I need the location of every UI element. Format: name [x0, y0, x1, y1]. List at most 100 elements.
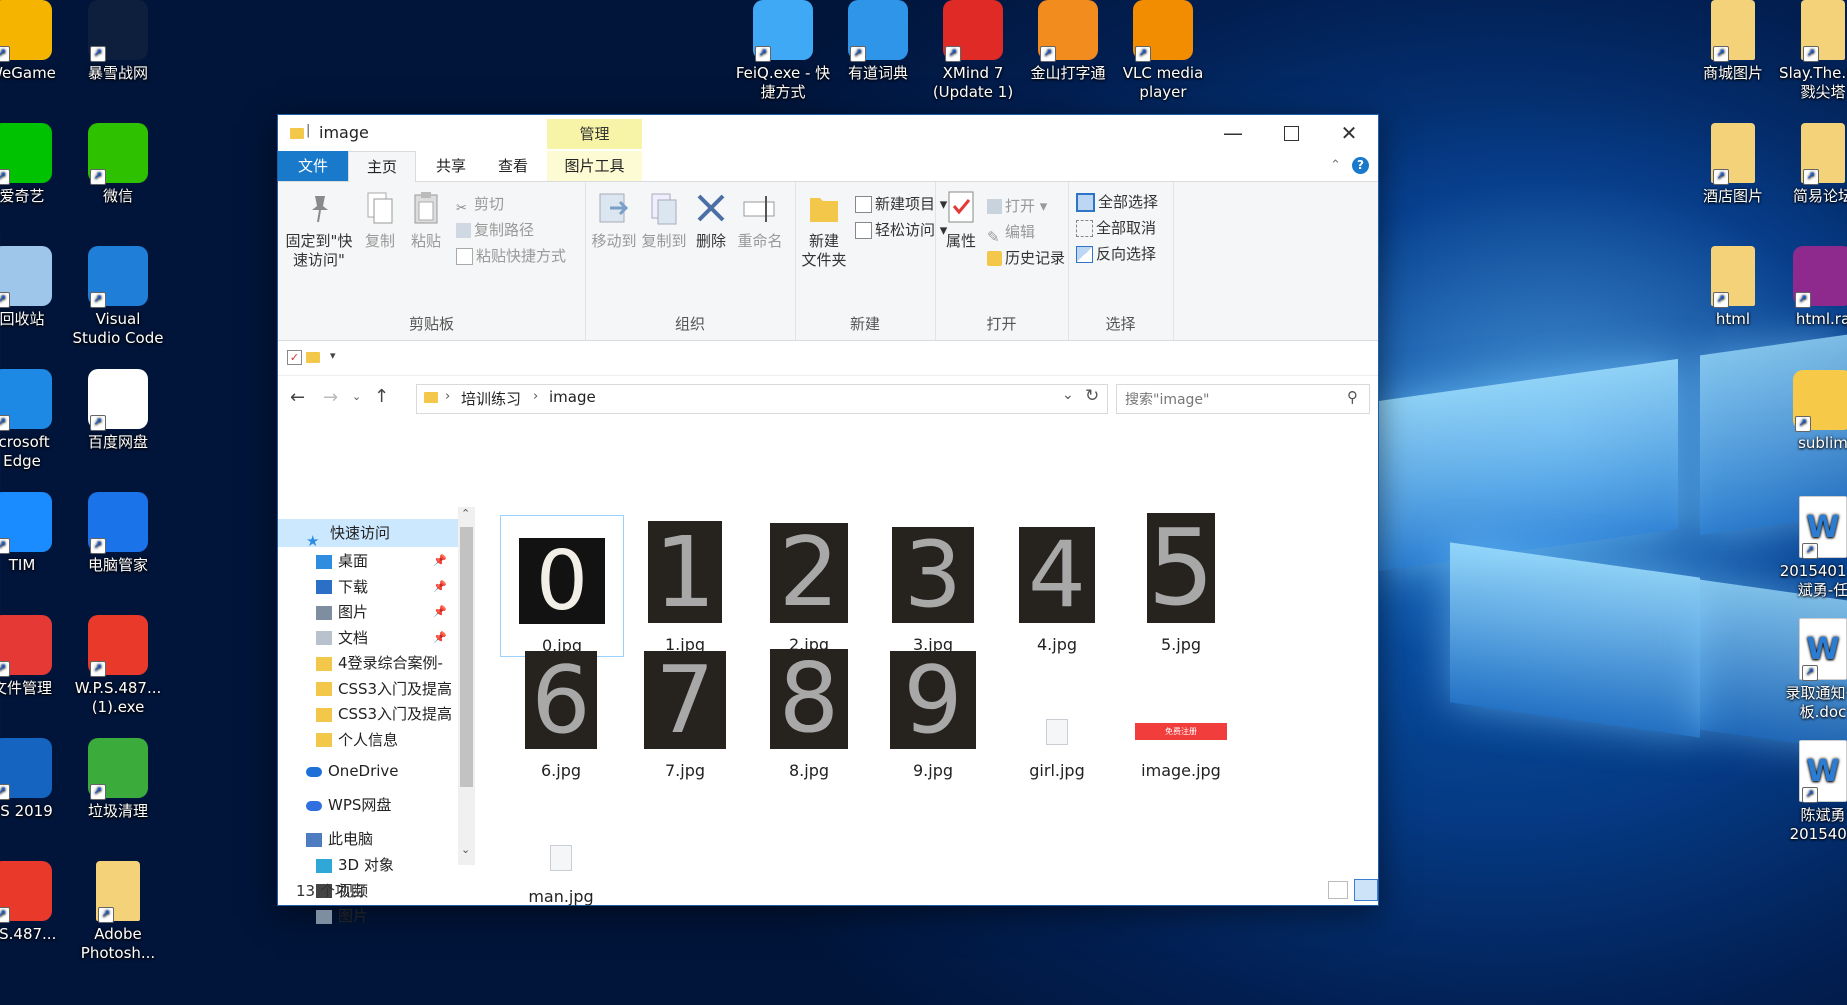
- refresh-icon[interactable]: ↻: [1085, 386, 1099, 406]
- tab-file[interactable]: 文件: [278, 151, 348, 181]
- edit-button[interactable]: ✎ 编辑: [987, 220, 1035, 246]
- rename-button[interactable]: 重命名: [733, 190, 787, 251]
- help-icon[interactable]: ?: [1352, 157, 1369, 174]
- tab-view[interactable]: 查看: [483, 151, 543, 181]
- nav-item[interactable]: 桌面 📌: [278, 547, 458, 575]
- collapse-ribbon-icon[interactable]: ⌃: [1330, 158, 1341, 173]
- search-icon[interactable]: ⚲: [1347, 388, 1358, 406]
- nav-item[interactable]: CSS3入门及提高: [278, 675, 458, 703]
- nav-item[interactable]: ★ 快速访问: [278, 519, 458, 547]
- nav-item[interactable]: WPS网盘: [278, 791, 458, 819]
- address-bar[interactable]: › 培训练习 › image ⌄ ↻: [416, 384, 1108, 414]
- desktop-icon[interactable]: ↗ sublim: [1775, 370, 1847, 453]
- nav-item[interactable]: 4登录综合案例-: [278, 649, 458, 677]
- nav-item[interactable]: 图片 📌: [278, 598, 458, 626]
- paste-button[interactable]: 粘贴: [402, 190, 450, 251]
- breadcrumb-current[interactable]: image: [549, 388, 596, 406]
- file-item[interactable]: 5 5.jpg: [1120, 507, 1242, 655]
- history-button[interactable]: 历史记录: [987, 246, 1065, 270]
- desktop-icon[interactable]: ↗ TIM: [0, 492, 70, 575]
- properties-button[interactable]: 属性: [939, 190, 983, 251]
- nav-item[interactable]: 此电脑: [278, 825, 458, 853]
- desktop-icon[interactable]: ↗ icrosoft Edge: [0, 369, 70, 471]
- desktop-icon[interactable]: ↗ P.S.487...: [0, 861, 70, 944]
- desktop-icon[interactable]: ↗ 酒店图片: [1685, 123, 1781, 206]
- title-bar[interactable]: | image 管理 — ✕: [278, 115, 1378, 151]
- nav-item[interactable]: CSS3入门及提高: [278, 700, 458, 728]
- file-item[interactable]: girl.jpg: [996, 641, 1118, 781]
- tab-home[interactable]: 主页: [348, 151, 416, 182]
- desktop-icon[interactable]: ↗ html.ra: [1775, 246, 1847, 329]
- recent-locations-icon[interactable]: ⌄: [352, 390, 361, 403]
- desktop-icon[interactable]: ↗ 微信: [70, 123, 166, 206]
- desktop-icon[interactable]: ↗ PS 2019: [0, 738, 70, 821]
- scroll-down-icon[interactable]: ⌄: [461, 843, 470, 856]
- close-button[interactable]: ✕: [1320, 115, 1378, 151]
- file-item[interactable]: 免费注册 image.jpg: [1120, 641, 1242, 781]
- nav-item[interactable]: OneDrive: [278, 757, 458, 785]
- up-icon[interactable]: ↑: [374, 386, 389, 407]
- delete-button[interactable]: 删除: [689, 190, 733, 251]
- desktop-icon[interactable]: W↗录取通知书 板.doc: [1775, 618, 1847, 722]
- desktop-icon[interactable]: ↗ 回收站: [0, 246, 70, 329]
- desktop-icon[interactable]: ↗ 电脑管家: [70, 492, 166, 575]
- minimize-button[interactable]: —: [1204, 115, 1262, 151]
- desktop-icon[interactable]: ↗ 商城图片: [1685, 0, 1781, 83]
- desktop-icon[interactable]: ↗ 暴雪战网: [70, 0, 166, 83]
- file-item[interactable]: 6 6.jpg: [500, 641, 622, 781]
- desktop-icon[interactable]: ↗ 有道词典: [830, 0, 926, 83]
- file-item[interactable]: 2 2.jpg: [748, 515, 870, 655]
- back-icon[interactable]: ←: [290, 387, 305, 408]
- select-all-button[interactable]: 全部选择: [1076, 190, 1158, 214]
- nav-item[interactable]: 文档 📌: [278, 624, 458, 652]
- invert-selection-button[interactable]: 反向选择: [1076, 242, 1156, 266]
- pin-to-quick-access-button[interactable]: 固定到"快速访问": [284, 190, 354, 270]
- desktop-icon[interactable]: ↗ VLC media player: [1115, 0, 1211, 102]
- copy-button[interactable]: 复制: [356, 190, 404, 251]
- search-box[interactable]: 搜索"image" ⚲: [1116, 384, 1370, 414]
- scroll-up-icon[interactable]: ⌃: [461, 507, 470, 520]
- tab-picture-tools[interactable]: 图片工具: [547, 151, 642, 181]
- desktop-icon[interactable]: ↗ WeGame: [0, 0, 70, 83]
- desktop-icon[interactable]: ↗ Visual Studio Code: [70, 246, 166, 348]
- nav-scroll-thumb[interactable]: [460, 527, 473, 787]
- nav-item[interactable]: 下载 📌: [278, 573, 458, 601]
- file-item[interactable]: 7 7.jpg: [624, 641, 746, 781]
- desktop-icon[interactable]: ↗ 爱奇艺: [0, 123, 70, 206]
- nav-item[interactable]: 个人信息: [278, 726, 458, 754]
- desktop-icon[interactable]: ↗ Adobe Photosh...: [70, 861, 166, 963]
- file-item[interactable]: 0 0.jpg: [500, 515, 624, 657]
- copy-path-button[interactable]: 复制路径: [456, 218, 534, 242]
- new-item-button[interactable]: 新建项目 ▾: [855, 192, 947, 216]
- cut-button[interactable]: ✂ 剪切: [456, 192, 504, 216]
- tab-share[interactable]: 共享: [421, 151, 481, 181]
- customize-qat-icon[interactable]: ▾: [330, 349, 336, 362]
- address-dropdown-icon[interactable]: ⌄: [1062, 387, 1074, 403]
- file-item[interactable]: 8 8.jpg: [748, 641, 870, 781]
- desktop-icon[interactable]: ↗ W.P.S.487...(1).exe: [70, 615, 166, 717]
- desktop-icon[interactable]: ↗ html: [1685, 246, 1781, 329]
- paste-shortcut-button[interactable]: 粘贴快捷方式: [456, 244, 566, 268]
- desktop-icon[interactable]: ↗ 文件管理: [0, 615, 70, 698]
- new-folder-button[interactable]: 新建 文件夹: [799, 190, 849, 270]
- nav-scrollbar[interactable]: ⌃ ⌄: [458, 507, 475, 865]
- desktop-icon[interactable]: W↗2015401 陈斌勇-任: [1775, 496, 1847, 600]
- desktop-icon[interactable]: ↗ Slay.The.(杀戮尖塔: [1775, 0, 1847, 102]
- desktop-icon[interactable]: ↗ 垃圾清理: [70, 738, 166, 821]
- open-button[interactable]: 打开 ▾: [987, 194, 1047, 218]
- copy-to-button[interactable]: 复制到: [639, 190, 689, 251]
- details-view-icon[interactable]: [1328, 881, 1348, 899]
- file-item[interactable]: 1 1.jpg: [624, 515, 746, 655]
- nav-item[interactable]: 图片: [278, 902, 458, 930]
- manage-context-tab[interactable]: 管理: [547, 119, 642, 149]
- checkbox-icon[interactable]: ✓: [287, 350, 302, 365]
- desktop-icon[interactable]: ↗ 金山打字通: [1020, 0, 1116, 83]
- easy-access-button[interactable]: 轻松访问 ▾: [855, 218, 947, 242]
- desktop-icon[interactable]: W↗陈斌勇 2015401: [1775, 740, 1847, 844]
- breadcrumb-parent[interactable]: 培训练习: [461, 388, 521, 409]
- maximize-button[interactable]: [1262, 115, 1320, 151]
- folder-icon[interactable]: [306, 352, 320, 363]
- file-item[interactable]: 4 4.jpg: [996, 515, 1118, 655]
- file-item[interactable]: 9 9.jpg: [872, 641, 994, 781]
- select-none-button[interactable]: 全部取消: [1076, 216, 1156, 240]
